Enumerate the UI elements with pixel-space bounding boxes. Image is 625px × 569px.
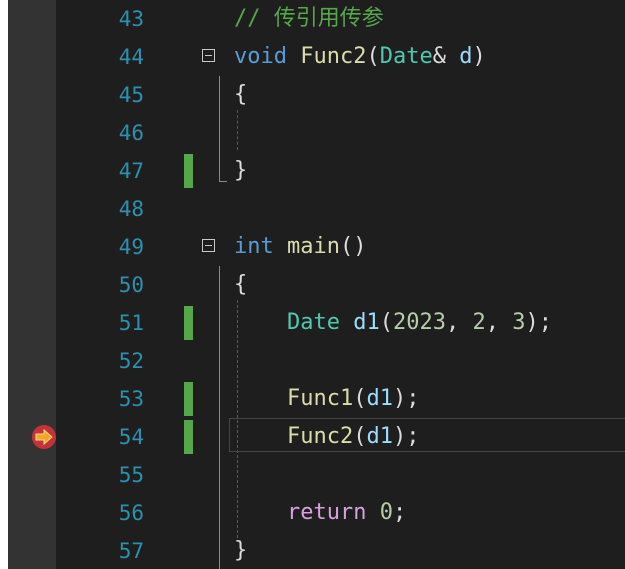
code-token: void bbox=[234, 44, 287, 69]
line-number: 47 bbox=[118, 159, 144, 183]
code-token: Func2 bbox=[300, 44, 367, 69]
line-number: 45 bbox=[118, 83, 144, 107]
code-token: ( bbox=[353, 386, 367, 411]
line-number: 55 bbox=[118, 463, 144, 487]
code-token: 0 bbox=[379, 500, 393, 525]
code-token: main bbox=[287, 234, 340, 259]
line-number: 44 bbox=[118, 45, 144, 69]
code-token: return bbox=[286, 500, 367, 525]
code-token: } bbox=[234, 538, 248, 563]
code-line[interactable]: 45 { bbox=[8, 76, 625, 114]
code-token: 2 bbox=[472, 310, 486, 335]
code-line[interactable]: 51 Date d1(2023, 2, 3); bbox=[8, 304, 625, 342]
code-token: d1 bbox=[353, 310, 380, 335]
code-text[interactable]: } bbox=[234, 532, 247, 569]
code-token: ( bbox=[379, 310, 393, 335]
fold-guide-main bbox=[219, 266, 220, 569]
line-number: 53 bbox=[118, 387, 144, 411]
code-text[interactable]: { bbox=[234, 76, 247, 114]
code-line[interactable]: 52 bbox=[8, 342, 625, 380]
code-token: Func1 bbox=[286, 386, 354, 411]
code-line[interactable]: 56 return 0; bbox=[8, 494, 625, 532]
code-line[interactable]: 49 int main() bbox=[8, 228, 625, 266]
code-line[interactable]: 43 // 传引用传参 bbox=[8, 0, 625, 38]
code-token: ( bbox=[366, 44, 380, 69]
line-number: 50 bbox=[118, 273, 144, 297]
change-marker bbox=[184, 420, 193, 454]
line-number: 48 bbox=[118, 197, 144, 221]
current-line-highlight bbox=[229, 418, 625, 452]
code-token: d1 bbox=[366, 386, 393, 411]
code-line[interactable]: 53 Func1(d1); bbox=[8, 380, 625, 418]
line-number: 43 bbox=[118, 7, 144, 31]
code-token: { bbox=[234, 272, 248, 297]
code-token: , bbox=[485, 310, 513, 335]
fold-guide-func2-end bbox=[219, 181, 227, 182]
code-line[interactable]: 57} bbox=[8, 532, 625, 569]
collapse-icon[interactable] bbox=[202, 239, 215, 252]
line-number: 46 bbox=[118, 121, 144, 145]
code-token: Date bbox=[379, 44, 433, 69]
fold-guide-func2 bbox=[219, 76, 220, 182]
line-number: 54 bbox=[118, 425, 144, 449]
code-token: ; bbox=[392, 500, 407, 525]
collapse-icon[interactable] bbox=[202, 49, 215, 62]
code-token: 3 bbox=[512, 310, 526, 335]
line-number: 49 bbox=[118, 235, 144, 259]
code-editor[interactable]: 43// 传引用传参 44 void Func2(Date& d) 45{46 47} 4… bbox=[8, 0, 625, 569]
code-token: () bbox=[339, 234, 367, 259]
change-marker bbox=[184, 382, 193, 416]
code-line[interactable]: 44 void Func2(Date& d) bbox=[8, 38, 625, 76]
breakpoint-current-statement-icon[interactable] bbox=[31, 424, 57, 450]
code-token: , bbox=[445, 310, 473, 335]
code-token: ); bbox=[392, 386, 420, 411]
code-line[interactable]: 55 bbox=[8, 456, 625, 494]
code-text[interactable]: void Func2(Date& d) bbox=[234, 38, 486, 76]
indent-guide-func2 bbox=[237, 110, 238, 150]
code-line[interactable]: 48 bbox=[8, 190, 625, 228]
line-number: 56 bbox=[118, 501, 144, 525]
change-marker bbox=[184, 306, 193, 340]
code-text[interactable]: { bbox=[234, 266, 247, 304]
code-line[interactable]: 46 bbox=[8, 114, 625, 152]
code-token: int bbox=[234, 234, 274, 259]
code-line[interactable]: 50 { bbox=[8, 266, 625, 304]
code-token: } bbox=[234, 158, 248, 183]
code-text[interactable]: // 传引用传参 bbox=[234, 0, 384, 38]
code-token: 2023 bbox=[392, 310, 446, 335]
code-text[interactable]: } bbox=[234, 152, 247, 190]
code-text[interactable]: int main() bbox=[234, 228, 366, 266]
code-line[interactable]: 47} bbox=[8, 152, 625, 190]
code-token: ); bbox=[525, 310, 552, 335]
code-text[interactable]: Func1(d1); bbox=[234, 380, 419, 418]
code-token: // 传引用传参 bbox=[234, 6, 384, 31]
code-token: & bbox=[432, 44, 460, 69]
line-number: 51 bbox=[118, 311, 144, 335]
code-text[interactable]: return 0; bbox=[234, 494, 406, 532]
line-number: 57 bbox=[118, 539, 144, 563]
code-token: d bbox=[459, 44, 473, 69]
line-number: 52 bbox=[118, 349, 144, 373]
code-text[interactable]: Date d1(2023, 2, 3); bbox=[234, 304, 552, 342]
change-marker bbox=[184, 154, 193, 188]
code-token: ) bbox=[472, 44, 486, 69]
code-token: Date bbox=[286, 310, 340, 335]
code-token: { bbox=[234, 82, 248, 107]
